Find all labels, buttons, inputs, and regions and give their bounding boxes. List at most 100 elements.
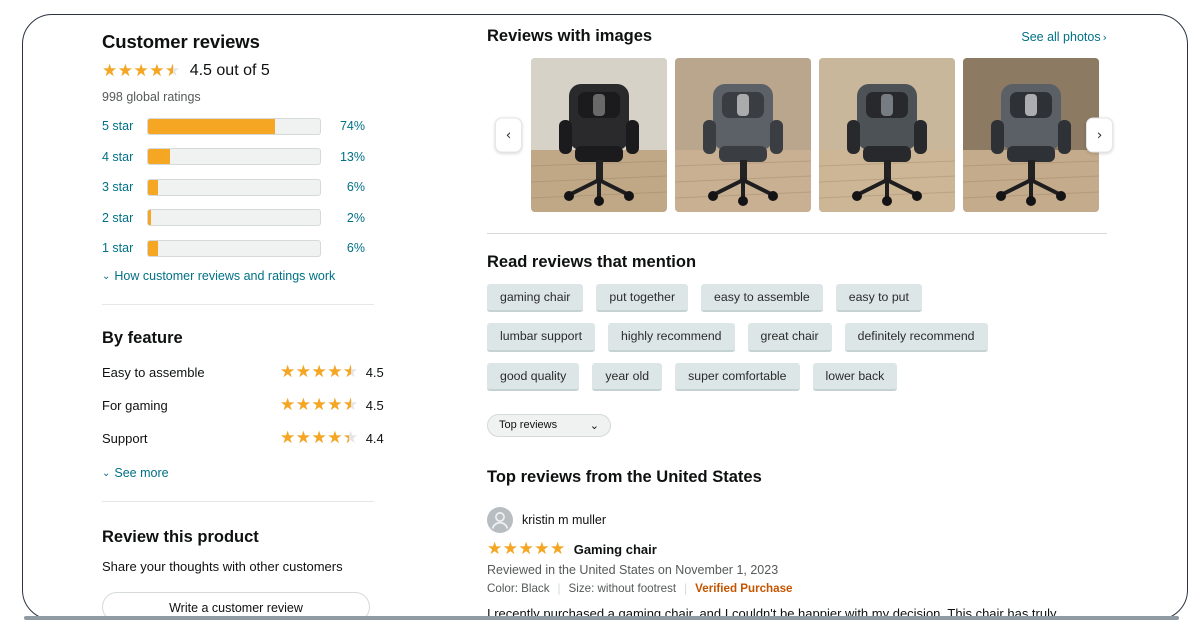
see-all-photos-link[interactable]: See all photos › bbox=[1021, 30, 1107, 44]
mention-tag[interactable]: easy to put bbox=[835, 284, 922, 313]
review-attributes: Color: Black | Size: without footrest | … bbox=[487, 582, 1107, 595]
review-color-attr: Color: Black bbox=[487, 581, 550, 595]
histogram-star-label[interactable]: 5 star bbox=[102, 119, 147, 133]
mention-tag[interactable]: highly recommend bbox=[608, 323, 735, 352]
see-more-features-link[interactable]: ⌄ See more bbox=[102, 466, 374, 480]
review-photo-thumbnail[interactable] bbox=[675, 58, 811, 212]
histogram-row: 1 star 6% bbox=[102, 238, 374, 258]
feature-name: For gaming bbox=[102, 398, 168, 413]
see-all-photos-label: See all photos bbox=[1021, 30, 1101, 44]
feature-stars-icon: ★★★★★★★★★★ bbox=[280, 362, 359, 382]
feature-stars-icon: ★★★★★★★★★★ bbox=[280, 428, 359, 448]
histogram-percent-label[interactable]: 6% bbox=[321, 180, 365, 194]
read-reviews-that-mention-title: Read reviews that mention bbox=[487, 253, 697, 271]
histogram-percent-label[interactable]: 6% bbox=[321, 241, 365, 255]
sort-reviews-control[interactable]: Top reviewsMost recent ⌄ bbox=[487, 413, 611, 437]
reviewer-row: kristin m muller bbox=[487, 506, 1107, 533]
histogram-bar-track[interactable] bbox=[147, 239, 321, 257]
carousel-prev-button[interactable]: ‹ bbox=[495, 117, 522, 153]
histogram-row: 5 star 74% bbox=[102, 116, 374, 136]
overall-rating: ★★★★★ ★★★★★ 4.5 out of 5 bbox=[102, 62, 374, 80]
review-photo-thumbnail[interactable] bbox=[963, 58, 1099, 212]
see-more-label: See more bbox=[114, 465, 169, 480]
chevron-right-icon: › bbox=[1102, 30, 1107, 44]
histogram-bar-track[interactable] bbox=[147, 148, 321, 165]
histogram-percent-label[interactable]: 74% bbox=[321, 119, 365, 133]
histogram-star-label[interactable]: 1 star bbox=[102, 241, 147, 255]
histogram-star-label[interactable]: 2 star bbox=[102, 211, 147, 225]
mention-tag[interactable]: year old bbox=[592, 362, 663, 391]
sidebar-divider-2 bbox=[102, 500, 374, 502]
mention-tag[interactable]: great chair bbox=[747, 323, 832, 352]
review-this-product-title: Review this product bbox=[102, 527, 259, 546]
review-meta: Reviewed in the United States on Novembe… bbox=[487, 562, 779, 577]
mention-tag[interactable]: lumbar support bbox=[487, 323, 596, 352]
feature-row: For gaming ★★★★★★★★★★ 4.5 bbox=[102, 395, 384, 415]
mention-tag-row: lumbar support highly recommend great chai… bbox=[487, 323, 1107, 352]
mention-tag[interactable]: definitely recommend bbox=[844, 323, 988, 352]
histogram-row: 3 star 6% bbox=[102, 177, 374, 197]
avatar bbox=[487, 506, 513, 533]
screenshot-viewport: Customer reviews ★★★★★ ★★★★★ 4.5 out of … bbox=[0, 0, 1203, 634]
attr-separator: | bbox=[684, 581, 688, 595]
mention-tag[interactable]: lower back bbox=[812, 362, 898, 391]
chevron-down-icon: ⌄ bbox=[102, 467, 111, 479]
mention-tag-list: gaming chair put together easy to assemble… bbox=[487, 284, 1107, 391]
reviewer-name[interactable]: kristin m muller bbox=[522, 513, 606, 527]
sidebar-divider-1 bbox=[102, 303, 374, 305]
top-reviews-title: Top reviews from the United States bbox=[487, 467, 762, 486]
histogram-bar-track[interactable] bbox=[147, 209, 321, 226]
feature-stars-icon: ★★★★★★★★★★ bbox=[280, 395, 359, 415]
reviews-main-column: Reviews with images See all photos › ‹ › bbox=[487, 27, 1113, 619]
histogram-bar-fill bbox=[148, 149, 171, 164]
sort-reviews-select[interactable]: Top reviewsMost recent bbox=[487, 413, 611, 437]
histogram-star-label[interactable]: 3 star bbox=[102, 180, 147, 194]
review-photo-thumbnail[interactable] bbox=[531, 58, 667, 212]
overall-stars-icon: ★★★★★ ★★★★★ bbox=[102, 60, 181, 81]
mention-tag-row: good quality year old super comfortable low… bbox=[487, 362, 1107, 391]
attr-separator: | bbox=[557, 581, 561, 595]
horizontal-scrollbar[interactable] bbox=[24, 616, 1179, 620]
mention-tag[interactable]: put together bbox=[596, 284, 689, 313]
feature-name: Easy to assemble bbox=[102, 365, 205, 380]
mention-tag[interactable]: super comfortable bbox=[675, 362, 800, 391]
mention-tag[interactable]: gaming chair bbox=[487, 284, 584, 313]
mention-tag[interactable]: easy to assemble bbox=[701, 284, 823, 313]
feature-rating-value: 4.4 bbox=[365, 431, 384, 446]
customer-reviews-sidebar: Customer reviews ★★★★★ ★★★★★ 4.5 out of … bbox=[102, 31, 384, 619]
page-frame: Customer reviews ★★★★★ ★★★★★ 4.5 out of … bbox=[22, 14, 1188, 620]
review-stars-icon: ★★★★★ ★★★★★ bbox=[487, 538, 566, 559]
histogram-bar-fill bbox=[148, 210, 152, 225]
histogram-percent-label[interactable]: 13% bbox=[321, 150, 365, 164]
verified-purchase-badge[interactable]: Verified Purchase bbox=[695, 582, 792, 595]
feature-row: Easy to assemble ★★★★★★★★★★ 4.5 bbox=[102, 362, 384, 382]
reviews-page-content: Customer reviews ★★★★★ ★★★★★ 4.5 out of … bbox=[23, 15, 1187, 619]
carousel-photo-strip[interactable] bbox=[531, 58, 1107, 212]
histogram-star-label[interactable]: 4 star bbox=[102, 150, 147, 164]
mention-tag-row: gaming chair put together easy to assemble… bbox=[487, 284, 1107, 313]
histogram-bar-fill bbox=[148, 240, 159, 256]
feature-rating-value: 4.5 bbox=[365, 365, 384, 380]
histogram-bar-track[interactable] bbox=[147, 178, 321, 196]
histogram-bar-track[interactable] bbox=[147, 117, 321, 135]
feature-rating-value: 4.5 bbox=[365, 398, 384, 413]
histogram-row: 2 star 2% bbox=[102, 208, 374, 228]
chevron-right-icon: › bbox=[1096, 127, 1103, 143]
review-title[interactable]: Gaming chair bbox=[574, 542, 657, 557]
feature-row: Support ★★★★★★★★★★ 4.4 bbox=[102, 428, 384, 448]
histogram-bar-fill bbox=[148, 118, 276, 134]
chevron-down-icon: ⌄ bbox=[102, 270, 111, 282]
main-divider-1 bbox=[487, 233, 1107, 234]
review-item: kristin m muller ★★★★★ ★★★★★ Gaming chai… bbox=[487, 506, 1107, 619]
histogram-bar-fill bbox=[148, 179, 159, 195]
page-title: Customer reviews bbox=[102, 31, 260, 52]
carousel-next-button[interactable]: › bbox=[1086, 117, 1113, 153]
histogram-percent-label[interactable]: 2% bbox=[321, 211, 365, 225]
how-reviews-work-label: How customer reviews and ratings work bbox=[114, 268, 336, 283]
mention-tag[interactable]: good quality bbox=[487, 362, 580, 391]
review-photo-thumbnail[interactable] bbox=[819, 58, 955, 212]
reviews-photo-carousel: ‹ › bbox=[487, 58, 1113, 212]
global-ratings-count: 998 global ratings bbox=[102, 90, 201, 104]
by-feature-list: Easy to assemble ★★★★★★★★★★ 4.5 For gaming ★… bbox=[102, 362, 384, 448]
how-reviews-work-link[interactable]: ⌄ How customer reviews and ratings work bbox=[102, 269, 374, 283]
